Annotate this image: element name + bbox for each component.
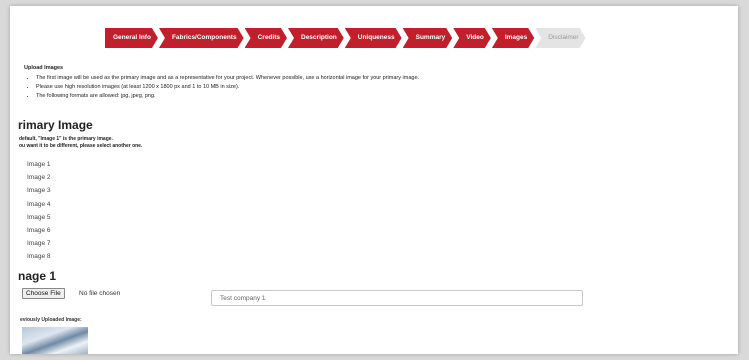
choose-file-button[interactable]: Choose File — [22, 288, 65, 299]
image-option-8[interactable]: Image 8 — [27, 250, 51, 263]
image-option-3[interactable]: Image 3 — [27, 184, 51, 197]
image-option-1[interactable]: Image 1 — [27, 158, 51, 171]
image-1-heading: nage 1 — [18, 269, 57, 283]
instruction-item: The first image will be used as the prim… — [36, 74, 419, 83]
uploaded-image-thumbnail — [22, 327, 88, 354]
image-option-2[interactable]: Image 2 — [27, 171, 51, 184]
file-status-text: No file chosen — [79, 290, 121, 297]
main-content: Upload Images The first image will be us… — [10, 6, 738, 354]
primary-note-line: ou want it to be different, please selec… — [19, 143, 143, 149]
upload-images-heading: Upload Images — [24, 65, 64, 71]
form-page: General Info Fabrics/Components Credits … — [10, 6, 738, 354]
primary-note-line: default, "Image 1" is the primary image. — [19, 136, 113, 142]
image-caption-input[interactable] — [211, 290, 583, 306]
image-option-4[interactable]: Image 4 — [27, 198, 51, 211]
previously-uploaded-label: eviously Uploaded Image: — [20, 317, 82, 323]
image-option-6[interactable]: Image 6 — [27, 224, 51, 237]
image-option-5[interactable]: Image 5 — [27, 211, 51, 224]
primary-image-options: Image 1 Image 2 Image 3 Image 4 Image 5 … — [27, 158, 51, 264]
instruction-item: Please use high resolution images (at le… — [36, 83, 419, 92]
image-option-7[interactable]: Image 7 — [27, 237, 51, 250]
instruction-item: The following formats are allowed: jpg, … — [36, 92, 419, 101]
primary-image-heading: rimary Image — [18, 118, 93, 132]
primary-image-note: default, "Image 1" is the primary image.… — [19, 136, 142, 150]
upload-instructions: The first image will be used as the prim… — [36, 74, 419, 101]
